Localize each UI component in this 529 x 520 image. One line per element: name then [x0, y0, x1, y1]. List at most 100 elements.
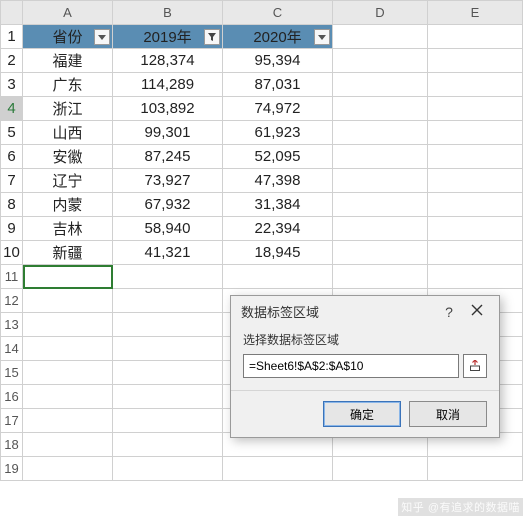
cell-province[interactable]: 广东 — [23, 73, 113, 97]
cell-empty[interactable] — [428, 25, 523, 49]
cancel-button[interactable]: 取消 — [409, 401, 487, 427]
cell-empty[interactable] — [333, 25, 428, 49]
row-header-8[interactable]: 8 — [1, 193, 23, 217]
row-header-1[interactable]: 1 — [1, 25, 23, 49]
cell-y2019[interactable]: 73,927 — [113, 169, 223, 193]
cell-y2020[interactable]: 18,945 — [223, 241, 333, 265]
table-header-y2020[interactable]: 2020年 — [223, 25, 333, 49]
cell-empty[interactable] — [23, 289, 113, 313]
cell-empty[interactable] — [428, 49, 523, 73]
cell-empty[interactable] — [113, 385, 223, 409]
cell-empty[interactable] — [333, 73, 428, 97]
row-header-6[interactable]: 6 — [1, 145, 23, 169]
cell-province[interactable]: 安徽 — [23, 145, 113, 169]
cell-y2019[interactable]: 128,374 — [113, 49, 223, 73]
cell-empty[interactable] — [428, 73, 523, 97]
cell-province[interactable]: 辽宁 — [23, 169, 113, 193]
cell-y2020[interactable]: 31,384 — [223, 193, 333, 217]
select-all-corner[interactable] — [1, 1, 23, 25]
cell-empty[interactable] — [23, 433, 113, 457]
cell-empty[interactable] — [23, 409, 113, 433]
cell-empty[interactable] — [23, 337, 113, 361]
cell-y2019[interactable]: 87,245 — [113, 145, 223, 169]
table-header-y2019[interactable]: 2019年 — [113, 25, 223, 49]
cell-province[interactable]: 吉林 — [23, 217, 113, 241]
cell-empty[interactable] — [428, 217, 523, 241]
cell-empty[interactable] — [333, 457, 428, 481]
cell-province[interactable]: 浙江 — [23, 97, 113, 121]
cell-empty[interactable] — [223, 457, 333, 481]
cell-y2019[interactable]: 41,321 — [113, 241, 223, 265]
cell-empty[interactable] — [113, 313, 223, 337]
dialog-titlebar[interactable]: 数据标签区域 ? — [231, 296, 499, 325]
cell-y2019[interactable]: 67,932 — [113, 193, 223, 217]
row-header-10[interactable]: 10 — [1, 241, 23, 265]
col-header-E[interactable]: E — [428, 1, 523, 25]
cell-empty[interactable] — [113, 265, 223, 289]
range-input[interactable] — [243, 354, 459, 378]
cell-empty[interactable] — [113, 433, 223, 457]
cell-empty[interactable] — [23, 361, 113, 385]
cell-empty[interactable] — [23, 457, 113, 481]
cell-y2020[interactable]: 95,394 — [223, 49, 333, 73]
cell-empty[interactable] — [333, 121, 428, 145]
cell-empty[interactable] — [333, 217, 428, 241]
cell-empty[interactable] — [428, 97, 523, 121]
row-header-16[interactable]: 16 — [1, 385, 23, 409]
cell-empty[interactable] — [23, 385, 113, 409]
cell-empty[interactable] — [428, 265, 523, 289]
cell-y2020[interactable]: 74,972 — [223, 97, 333, 121]
cell-province[interactable]: 福建 — [23, 49, 113, 73]
row-header-11[interactable]: 11 — [1, 265, 23, 289]
row-header-5[interactable]: 5 — [1, 121, 23, 145]
cell-y2020[interactable]: 52,095 — [223, 145, 333, 169]
row-header-12[interactable]: 12 — [1, 289, 23, 313]
row-header-14[interactable]: 14 — [1, 337, 23, 361]
row-header-19[interactable]: 19 — [1, 457, 23, 481]
cell-empty[interactable] — [428, 241, 523, 265]
row-header-17[interactable]: 17 — [1, 409, 23, 433]
cell-y2020[interactable]: 61,923 — [223, 121, 333, 145]
cell-empty[interactable] — [333, 169, 428, 193]
filter-sorted-icon[interactable] — [204, 29, 220, 45]
cell-y2019[interactable]: 58,940 — [113, 217, 223, 241]
cell-empty[interactable] — [333, 145, 428, 169]
cell-y2019[interactable]: 103,892 — [113, 97, 223, 121]
row-header-9[interactable]: 9 — [1, 217, 23, 241]
cell-empty[interactable] — [428, 457, 523, 481]
cell-empty[interactable] — [428, 145, 523, 169]
cell-empty[interactable] — [223, 265, 333, 289]
row-header-13[interactable]: 13 — [1, 313, 23, 337]
cell-empty[interactable] — [333, 265, 428, 289]
cell-empty[interactable] — [333, 97, 428, 121]
row-header-15[interactable]: 15 — [1, 361, 23, 385]
cell-y2019[interactable]: 99,301 — [113, 121, 223, 145]
row-header-18[interactable]: 18 — [1, 433, 23, 457]
cell-empty[interactable] — [333, 49, 428, 73]
col-header-A[interactable]: A — [23, 1, 113, 25]
cell-y2020[interactable]: 87,031 — [223, 73, 333, 97]
cell-empty[interactable] — [333, 193, 428, 217]
row-header-2[interactable]: 2 — [1, 49, 23, 73]
cell-y2020[interactable]: 47,398 — [223, 169, 333, 193]
cell-empty[interactable] — [428, 193, 523, 217]
cell-empty[interactable] — [113, 457, 223, 481]
row-header-7[interactable]: 7 — [1, 169, 23, 193]
cell-empty[interactable] — [428, 121, 523, 145]
collapse-dialog-button[interactable] — [463, 354, 487, 378]
filter-dropdown-icon[interactable] — [94, 29, 110, 45]
cell-province[interactable]: 山西 — [23, 121, 113, 145]
cell-y2020[interactable]: 22,394 — [223, 217, 333, 241]
cell-province[interactable]: 新疆 — [23, 241, 113, 265]
cell-empty[interactable] — [23, 265, 113, 289]
cell-province[interactable]: 内蒙 — [23, 193, 113, 217]
ok-button[interactable]: 确定 — [323, 401, 401, 427]
cell-y2019[interactable]: 114,289 — [113, 73, 223, 97]
cell-empty[interactable] — [428, 169, 523, 193]
col-header-D[interactable]: D — [333, 1, 428, 25]
cell-empty[interactable] — [333, 241, 428, 265]
cell-empty[interactable] — [113, 289, 223, 313]
row-header-4[interactable]: 4 — [1, 97, 23, 121]
col-header-C[interactable]: C — [223, 1, 333, 25]
cell-empty[interactable] — [113, 361, 223, 385]
